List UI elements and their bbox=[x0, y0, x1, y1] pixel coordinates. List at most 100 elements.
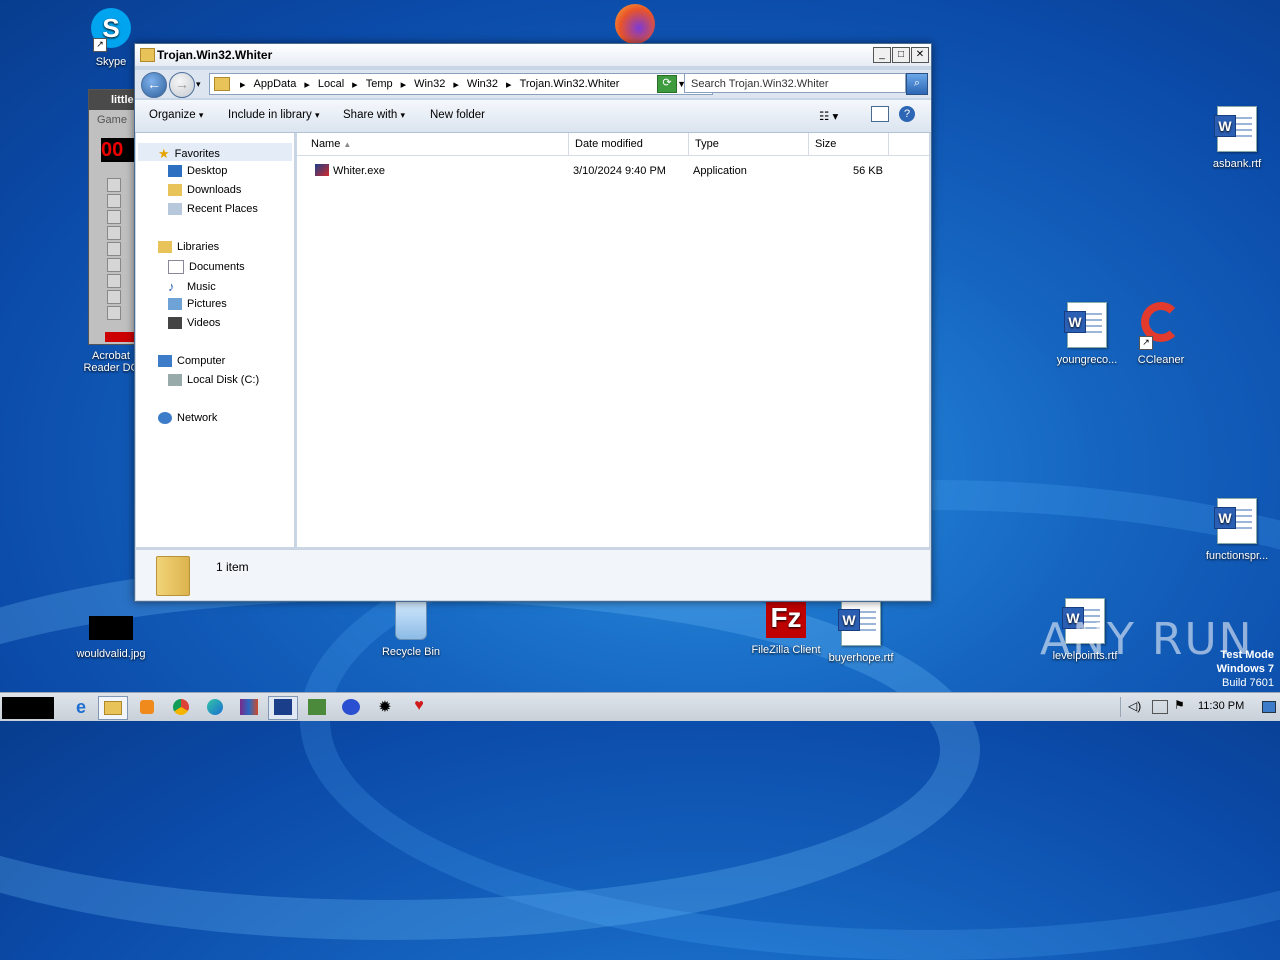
column-header-type[interactable]: Type bbox=[689, 133, 809, 155]
internet-explorer-icon[interactable]: e bbox=[66, 696, 96, 720]
action-center-flag-icon[interactable]: ⚑ bbox=[1174, 698, 1185, 712]
nav-pictures[interactable]: Pictures bbox=[168, 298, 227, 310]
mine-cell[interactable] bbox=[107, 306, 121, 320]
search-input[interactable]: Search Trojan.Win32.Whiter bbox=[684, 73, 906, 93]
breadcrumb-sep-icon[interactable]: ▸ bbox=[449, 78, 463, 91]
breadcrumb-sep-icon[interactable]: ▸ bbox=[348, 78, 362, 91]
desktop-icon-ccleaner[interactable]: ↗ CCleaner bbox=[1116, 302, 1206, 366]
nav-favorites-label: Favorites bbox=[174, 148, 220, 160]
watermark-line-1: Test Mode bbox=[1220, 649, 1274, 661]
share-with-button[interactable]: Share with ▾ bbox=[343, 109, 405, 121]
minimize-button[interactable]: _ bbox=[873, 47, 891, 63]
app-taskbar-icon[interactable] bbox=[268, 696, 298, 720]
help-icon[interactable]: ? bbox=[899, 106, 915, 122]
nav-downloads[interactable]: Downloads bbox=[168, 184, 241, 196]
forward-button[interactable]: → bbox=[169, 72, 195, 98]
include-library-button[interactable]: Include in library ▾ bbox=[228, 109, 319, 121]
heart-icon[interactable]: ♥ bbox=[404, 696, 434, 720]
address-row: ← → ▾ ▸ AppData ▸ Local ▸ Temp ▸ Win32 ▸… bbox=[135, 70, 931, 98]
desktop-icon-functionspr[interactable]: W functionspr... bbox=[1192, 498, 1280, 562]
mine-cell[interactable] bbox=[107, 290, 121, 304]
chrome-icon[interactable] bbox=[166, 696, 196, 720]
nav-local-disk[interactable]: Local Disk (C:) bbox=[168, 374, 259, 386]
nav-documents-label: Documents bbox=[189, 261, 245, 273]
desktop-icon-buyerhope[interactable]: W buyerhope.rtf bbox=[816, 600, 906, 664]
desktop-icon-recycle-bin[interactable]: Recycle Bin bbox=[366, 598, 456, 658]
minesweeper-menu-game[interactable]: Game bbox=[97, 114, 127, 126]
mine-cell[interactable] bbox=[107, 194, 121, 208]
breadcrumb-sep-icon[interactable]: ▸ bbox=[236, 78, 250, 91]
file-row[interactable]: Whiter.exe 3/10/2024 9:40 PM Application… bbox=[297, 163, 929, 181]
preview-pane-icon[interactable] bbox=[871, 106, 889, 122]
nav-documents[interactable]: Documents bbox=[168, 260, 245, 274]
volume-icon[interactable]: ◁) bbox=[1128, 699, 1141, 713]
taskbar: e ✹ ♥ ◁) ⚑ 11:30 PM bbox=[0, 692, 1280, 721]
minesweeper-taskbar-icon[interactable]: ✹ bbox=[370, 696, 400, 720]
back-button[interactable]: ← bbox=[141, 72, 167, 98]
minesweeper-titlebar[interactable]: little bbox=[89, 90, 135, 110]
maximize-button[interactable]: □ bbox=[892, 47, 910, 63]
mine-cell[interactable] bbox=[107, 226, 121, 240]
view-options-icon[interactable]: ☷ ▾ bbox=[819, 109, 838, 123]
search-icon[interactable]: ⌕ bbox=[906, 73, 928, 95]
minesweeper-window[interactable]: little Game 00 bbox=[88, 89, 136, 345]
column-header-date[interactable]: Date modified bbox=[569, 133, 689, 155]
desktop-icon-wouldvalid[interactable]: wouldvalid.jpg bbox=[66, 612, 156, 660]
breadcrumb-sep-icon[interactable]: ▸ bbox=[397, 78, 411, 91]
nav-favorites[interactable]: ★ Favorites bbox=[158, 146, 220, 162]
recent-pages-dropdown[interactable]: ▾ bbox=[196, 79, 201, 90]
image-file-icon bbox=[89, 616, 133, 640]
breadcrumb-local[interactable]: Local bbox=[314, 78, 348, 90]
nav-recent-places[interactable]: Recent Places bbox=[168, 203, 258, 215]
close-button[interactable]: ✕ bbox=[911, 47, 929, 63]
breadcrumb-sep-icon[interactable]: ▸ bbox=[300, 78, 314, 91]
column-header-size[interactable]: Size bbox=[809, 133, 889, 155]
documents-icon bbox=[168, 260, 184, 274]
breadcrumb-temp[interactable]: Temp bbox=[362, 78, 397, 90]
nav-libraries[interactable]: Libraries bbox=[158, 241, 219, 253]
new-folder-button[interactable]: New folder bbox=[430, 109, 485, 121]
mine-cell[interactable] bbox=[107, 210, 121, 224]
start-button[interactable] bbox=[2, 697, 54, 719]
explorer-taskbar-icon[interactable] bbox=[98, 696, 128, 720]
breadcrumb-appdata[interactable]: AppData bbox=[250, 78, 301, 90]
winrar-icon[interactable] bbox=[234, 696, 264, 720]
watermark-line-2: Windows 7 bbox=[1216, 663, 1274, 675]
column-header-name[interactable]: Name ▲ bbox=[297, 133, 569, 155]
show-desktop-icon[interactable] bbox=[1262, 701, 1276, 713]
mine-cell[interactable] bbox=[107, 258, 121, 272]
edge-icon[interactable] bbox=[200, 696, 230, 720]
mine-cell[interactable] bbox=[107, 242, 121, 256]
breadcrumb-win32[interactable]: Win32 bbox=[410, 78, 449, 90]
skype-icon: S ↗ bbox=[91, 8, 131, 52]
navigation-pane: ★ Favorites Desktop Downloads Recent Plac… bbox=[136, 133, 295, 547]
media-player-icon[interactable] bbox=[132, 696, 162, 720]
nav-desktop[interactable]: Desktop bbox=[168, 165, 227, 177]
clock[interactable]: 11:30 PM bbox=[1198, 700, 1244, 712]
window-titlebar[interactable]: Trojan.Win32.Whiter _ □ ✕ bbox=[135, 44, 931, 66]
local-disk-icon bbox=[168, 374, 182, 386]
app-taskbar-icon-2[interactable] bbox=[302, 696, 332, 720]
nav-music[interactable]: ♪ Music bbox=[168, 279, 216, 294]
nav-videos[interactable]: Videos bbox=[168, 317, 220, 329]
mine-cell[interactable] bbox=[107, 178, 121, 192]
desktop-icon-asbank[interactable]: W asbank.rtf bbox=[1192, 106, 1280, 170]
address-bar[interactable]: ▸ AppData ▸ Local ▸ Temp ▸ Win32 ▸ Win32… bbox=[209, 73, 713, 95]
refresh-button[interactable]: ⟳ bbox=[657, 75, 677, 93]
nav-network[interactable]: Network bbox=[158, 412, 217, 424]
nav-computer[interactable]: Computer bbox=[158, 355, 225, 367]
mine-cell[interactable] bbox=[107, 274, 121, 288]
breadcrumb-sep-icon[interactable]: ▸ bbox=[502, 78, 516, 91]
breadcrumb-current[interactable]: Trojan.Win32.Whiter bbox=[516, 78, 624, 90]
computer-icon bbox=[158, 355, 172, 367]
app-taskbar-icon-3[interactable] bbox=[336, 696, 366, 720]
word-document-icon: W bbox=[1063, 302, 1111, 350]
organize-button[interactable]: Organize ▾ bbox=[149, 109, 203, 121]
file-list: Name ▲ Date modified Type Size Whiter.ex… bbox=[297, 133, 929, 547]
network-tray-icon[interactable] bbox=[1152, 700, 1168, 714]
explorer-window[interactable]: Trojan.Win32.Whiter _ □ ✕ ← → ▾ ▸ AppDat… bbox=[134, 43, 932, 602]
breadcrumb-win32-2[interactable]: Win32 bbox=[463, 78, 502, 90]
file-size: 56 KB bbox=[853, 165, 883, 177]
desktop-icon-firefox[interactable] bbox=[592, 4, 682, 48]
nav-network-label: Network bbox=[177, 412, 218, 424]
